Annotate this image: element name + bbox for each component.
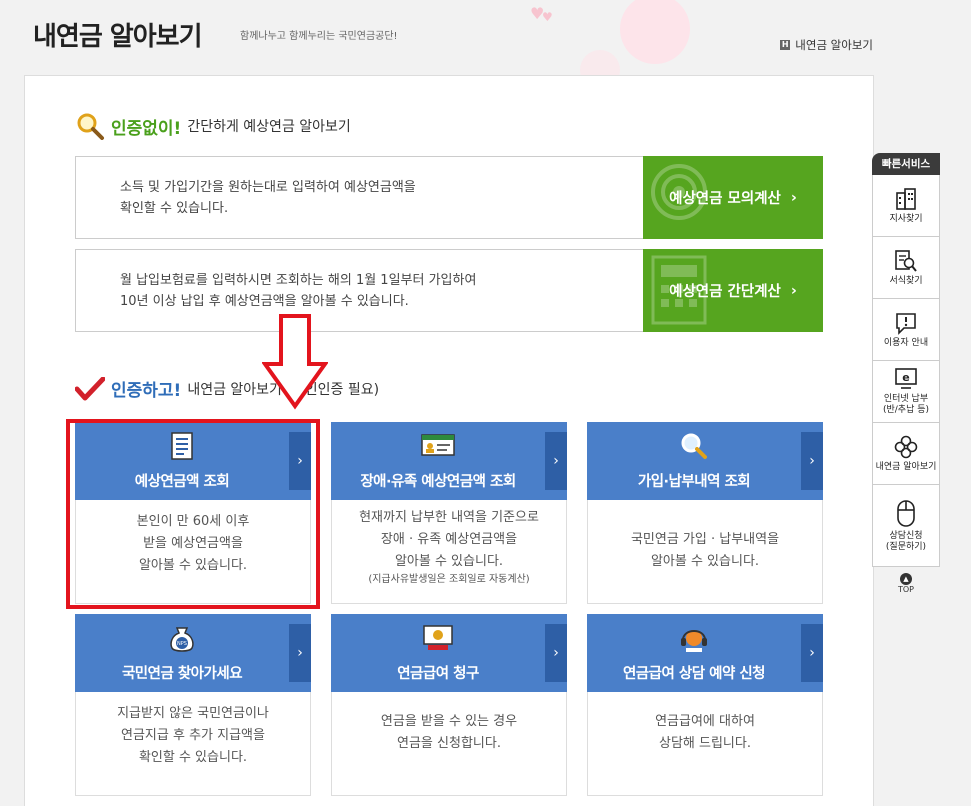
search-icon xyxy=(681,433,707,459)
breadcrumb-current: 내연금 알아보기 xyxy=(795,38,873,52)
building-icon xyxy=(896,187,916,210)
card-text-line: 장애 · 유족 예상연금액을 xyxy=(380,532,518,547)
checkmark-icon xyxy=(75,376,105,400)
card-disability-survivor-title: 장애·유족 예상연금액 조회 xyxy=(360,474,516,490)
quick-branch-finder[interactable]: 지사찾기 xyxy=(872,175,940,237)
card-consult-reservation-title: 연금급여 상담 예약 신청 xyxy=(622,666,766,682)
scroll-top-label: TOP xyxy=(897,585,914,594)
card-text-line: 연금지급 후 추가 지급액을 xyxy=(121,728,265,743)
card-subscription-history: 가입·납부내역 조회 › 국민연금 가입 · 납부내역을 알아볼 수 있습니다. xyxy=(587,422,823,604)
card-disability-survivor-button[interactable]: 장애·유족 예상연금액 조회 › xyxy=(331,422,567,500)
card-text-line: 지급받지 않은 국민연금이나 xyxy=(117,706,269,721)
monitor-icon xyxy=(423,625,453,650)
chevron-right-icon: › xyxy=(790,189,797,206)
quick-internet-payment[interactable]: e 인터넷 납부 (반/추납 등) xyxy=(872,361,940,423)
card-expected-pension: 예상연금액 조회 › 본인이 만 60세 이후 받을 예상연금액을 알아볼 수 … xyxy=(75,422,311,604)
home-icon[interactable]: H xyxy=(780,40,791,50)
card-benefit-claim: 연금급여 청구 › 연금을 받을 수 있는 경우 연금을 신청합니다. xyxy=(331,614,567,796)
clover-icon xyxy=(894,435,918,458)
page-slogan: 함께나누고 함께누리는 국민연금공단! xyxy=(240,31,398,42)
card-text-line: 현재까지 납부한 내역을 기준으로 xyxy=(359,510,539,525)
card-expected-pension-button[interactable]: 예상연금액 조회 › xyxy=(75,422,311,500)
headset-icon xyxy=(681,630,707,652)
chevron-right-icon: › xyxy=(289,624,311,682)
quick-item-label-sub: (반/추납 등) xyxy=(882,405,930,415)
chevron-right-icon: › xyxy=(801,432,823,490)
quick-user-guide[interactable]: 이용자 안내 xyxy=(872,299,940,361)
quick-my-pension[interactable]: 내연금 알아보기 xyxy=(872,423,940,485)
card-text-line: 알아볼 수 있습니다. xyxy=(138,558,248,573)
card-find-pension-button[interactable]: NPS 국민연금 찾아가세요 › xyxy=(75,614,311,692)
id-card-icon xyxy=(421,434,455,456)
simple-calc-button-label: 예상연금 간단계산 xyxy=(669,284,781,300)
section-auth-heading: 인증하고! 내연금 알아보기 (공인인증 필요) xyxy=(75,376,379,401)
chevron-right-icon: › xyxy=(545,624,567,682)
quick-service-title: 빠른서비스 xyxy=(872,153,940,175)
card-benefit-claim-button[interactable]: 연금급여 청구 › xyxy=(331,614,567,692)
card-text-line: 연금을 신청합니다. xyxy=(397,736,501,751)
card-benefit-claim-title: 연금급여 청구 xyxy=(397,666,479,682)
card-note: (지급사유발생일은 조회일로 자동계산) xyxy=(368,574,530,585)
quick-item-label: 이용자 안내 xyxy=(883,337,929,348)
mock-calc-desc-line2: 확인할 수 있습니다. xyxy=(120,201,229,216)
form-search-icon xyxy=(895,249,917,272)
card-text-line: 확인할 수 있습니다. xyxy=(138,750,248,765)
card-find-pension: NPS 국민연금 찾아가세요 › 지급받지 않은 국민연금이나 연금지급 후 추… xyxy=(75,614,311,796)
magnifier-icon xyxy=(77,113,104,140)
quick-consultation[interactable]: 상담신청 (질문하기) xyxy=(872,485,940,567)
quick-item-label: 인터넷 납부 xyxy=(883,394,929,404)
mock-calc-button[interactable]: 예상연금 모의계산 › xyxy=(643,156,823,239)
chevron-right-icon: › xyxy=(545,432,567,490)
card-subscription-history-title: 가입·납부내역 조회 xyxy=(637,474,751,490)
notice-icon xyxy=(896,312,916,335)
card-disability-survivor: 장애·유족 예상연금액 조회 › 현재까지 납부한 내역을 기준으로 장애 · … xyxy=(331,422,567,604)
card-text-line: 상담해 드립니다. xyxy=(659,736,751,751)
section-auth-strong: 인증하고! xyxy=(111,381,182,401)
card-find-pension-title: 국민연금 찾아가세요 xyxy=(121,666,243,682)
chevron-right-icon: › xyxy=(289,432,311,490)
mock-calc-desc-line1: 소득 및 가입기간을 원하는대로 입력하여 예상연금액을 xyxy=(120,180,416,195)
chevron-right-icon: › xyxy=(790,282,797,299)
section-no-auth-heading: 인증없이! 간단하게 예상연금 알아보기 xyxy=(75,112,351,140)
svg-text:NPS: NPS xyxy=(177,641,187,647)
card-text-line: 알아볼 수 있습니다. xyxy=(650,554,760,569)
card-text-line: 연금급여에 대하여 xyxy=(655,714,755,729)
quick-service-sidebar: 빠른서비스 지사찾기 서식찾기 이용자 안내 e 인터넷 납부 (반/추납 등)… xyxy=(872,153,940,594)
card-consult-reservation-button[interactable]: 연금급여 상담 예약 신청 › xyxy=(587,614,823,692)
internet-pay-icon: e xyxy=(895,368,917,389)
page-title: 내연금 알아보기 xyxy=(33,22,202,52)
quick-item-label-sub: (질문하기) xyxy=(885,542,927,552)
section-auth-rest: 내연금 알아보기 (공인인증 필요) xyxy=(187,381,380,398)
document-icon xyxy=(171,432,193,460)
header-decoration: ♥ ♥ xyxy=(460,0,700,90)
simple-calc-button[interactable]: 예상연금 간단계산 › xyxy=(643,249,823,332)
chevron-up-icon: ▲ xyxy=(900,573,912,585)
nps-pouch-icon: NPS xyxy=(170,627,194,652)
card-expected-pension-title: 예상연금액 조회 xyxy=(134,474,230,490)
card-text-line: 받을 예상연금액을 xyxy=(143,536,243,551)
section-no-auth-strong: 인증없이! xyxy=(111,118,182,139)
simple-calc-desc-line2: 10년 이상 납입 후 예상연금액을 알아볼 수 있습니다. xyxy=(120,294,409,309)
quick-item-label: 지사찾기 xyxy=(889,213,923,224)
scroll-top-button[interactable]: ▲ TOP xyxy=(872,573,940,594)
card-text-line: 알아볼 수 있습니다. xyxy=(394,554,504,569)
card-subscription-history-button[interactable]: 가입·납부내역 조회 › xyxy=(587,422,823,500)
card-text-line: 국민연금 가입 · 납부내역을 xyxy=(630,532,780,547)
card-text-line: 본인이 만 60세 이후 xyxy=(136,514,250,529)
quick-item-label: 내연금 알아보기 xyxy=(875,461,937,472)
quick-form-finder[interactable]: 서식찾기 xyxy=(872,237,940,299)
mock-calc-row: 소득 및 가입기간을 원하는대로 입력하여 예상연금액을 확인할 수 있습니다.… xyxy=(75,156,823,239)
card-text-line: 연금을 받을 수 있는 경우 xyxy=(380,714,518,729)
mouse-icon xyxy=(897,500,915,527)
section-no-auth-rest: 간단하게 예상연금 알아보기 xyxy=(187,119,351,135)
card-consult-reservation: 연금급여 상담 예약 신청 › 연금급여에 대하여 상담해 드립니다. xyxy=(587,614,823,796)
mock-calc-button-label: 예상연금 모의계산 xyxy=(669,191,781,207)
simple-calc-desc-line1: 월 납입보험료를 입력하시면 조회하는 해의 1월 1일부터 가입하여 xyxy=(120,273,477,288)
simple-calc-row: 월 납입보험료를 입력하시면 조회하는 해의 1월 1일부터 가입하여 10년 … xyxy=(75,249,823,332)
chevron-right-icon: › xyxy=(801,624,823,682)
svg-text:e: e xyxy=(902,371,909,384)
breadcrumb: H 내연금 알아보기 xyxy=(780,37,873,53)
quick-item-label: 서식찾기 xyxy=(889,275,923,286)
quick-item-label: 상담신청 xyxy=(889,531,923,541)
